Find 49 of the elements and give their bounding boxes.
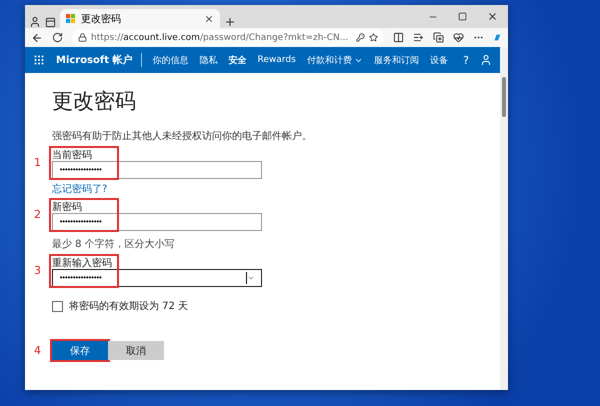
- split-screen-icon[interactable]: [393, 32, 404, 43]
- cancel-button[interactable]: 取消: [108, 341, 164, 360]
- heart-icon[interactable]: [453, 32, 464, 43]
- save-button[interactable]: 保存: [52, 341, 108, 360]
- dropdown-icon[interactable]: [247, 274, 255, 282]
- close-icon[interactable]: [204, 14, 214, 24]
- account-icon[interactable]: [480, 54, 492, 66]
- step-number: 2: [33, 208, 41, 220]
- nav-link[interactable]: 付款和计费: [306, 54, 363, 66]
- nav-link[interactable]: 你的信息: [152, 54, 189, 66]
- profile-icon[interactable]: [29, 16, 41, 28]
- nav-link[interactable]: 服务和订阅: [374, 54, 419, 66]
- step-number: 4: [33, 344, 42, 357]
- maximize-icon[interactable]: [458, 11, 467, 22]
- close-icon[interactable]: [487, 11, 498, 22]
- step-number: 1: [33, 156, 41, 168]
- key-icon[interactable]: [356, 33, 366, 42]
- favorites-icon[interactable]: [413, 32, 424, 43]
- back-icon[interactable]: [31, 32, 43, 44]
- new-tab-icon[interactable]: [224, 16, 236, 28]
- nav-link[interactable]: Rewards: [258, 55, 296, 65]
- nav-link[interactable]: 设备: [430, 54, 448, 66]
- brand-title[interactable]: Microsoft 帐户: [56, 53, 142, 67]
- step-number: 3: [33, 264, 41, 276]
- tab-actions-icon[interactable]: [45, 17, 56, 28]
- scrollbar[interactable]: [500, 47, 508, 390]
- annotation-highlight: [49, 198, 119, 232]
- windows-logo-icon: [66, 14, 75, 23]
- nav-link[interactable]: 隐私: [200, 54, 218, 66]
- hint-text: 最少 8 个字符，区分大小写: [52, 238, 175, 251]
- annotation-highlight: [49, 254, 119, 288]
- field-label: 新密码: [52, 200, 83, 213]
- lock-icon: [78, 33, 87, 42]
- field-label: 当前密码: [52, 148, 93, 161]
- description-text: 强密码有助于防止其他人未经授权访问你的电子邮件帐户。: [52, 130, 313, 143]
- checkbox-label: 将密码的有效期设为 72 天: [69, 300, 188, 313]
- annotation-highlight: [49, 146, 119, 180]
- help-link[interactable]: ?: [463, 54, 469, 66]
- page-title: 更改密码: [52, 88, 137, 115]
- collections-icon[interactable]: [433, 32, 444, 43]
- checkbox[interactable]: [52, 300, 63, 312]
- refresh-icon[interactable]: [52, 32, 63, 43]
- field-label: 重新输入密码: [52, 256, 113, 269]
- nav-link[interactable]: 安全: [228, 54, 247, 66]
- forgot-password-link[interactable]: 忘记密码了?: [52, 182, 108, 196]
- address-bar[interactable]: https://account.live.com/password/Change?mkt=zh-CN...: [72, 30, 384, 46]
- app-launcher-icon[interactable]: [33, 54, 45, 66]
- browser-tab[interactable]: 更改密码: [60, 9, 220, 28]
- star-icon[interactable]: [369, 33, 378, 42]
